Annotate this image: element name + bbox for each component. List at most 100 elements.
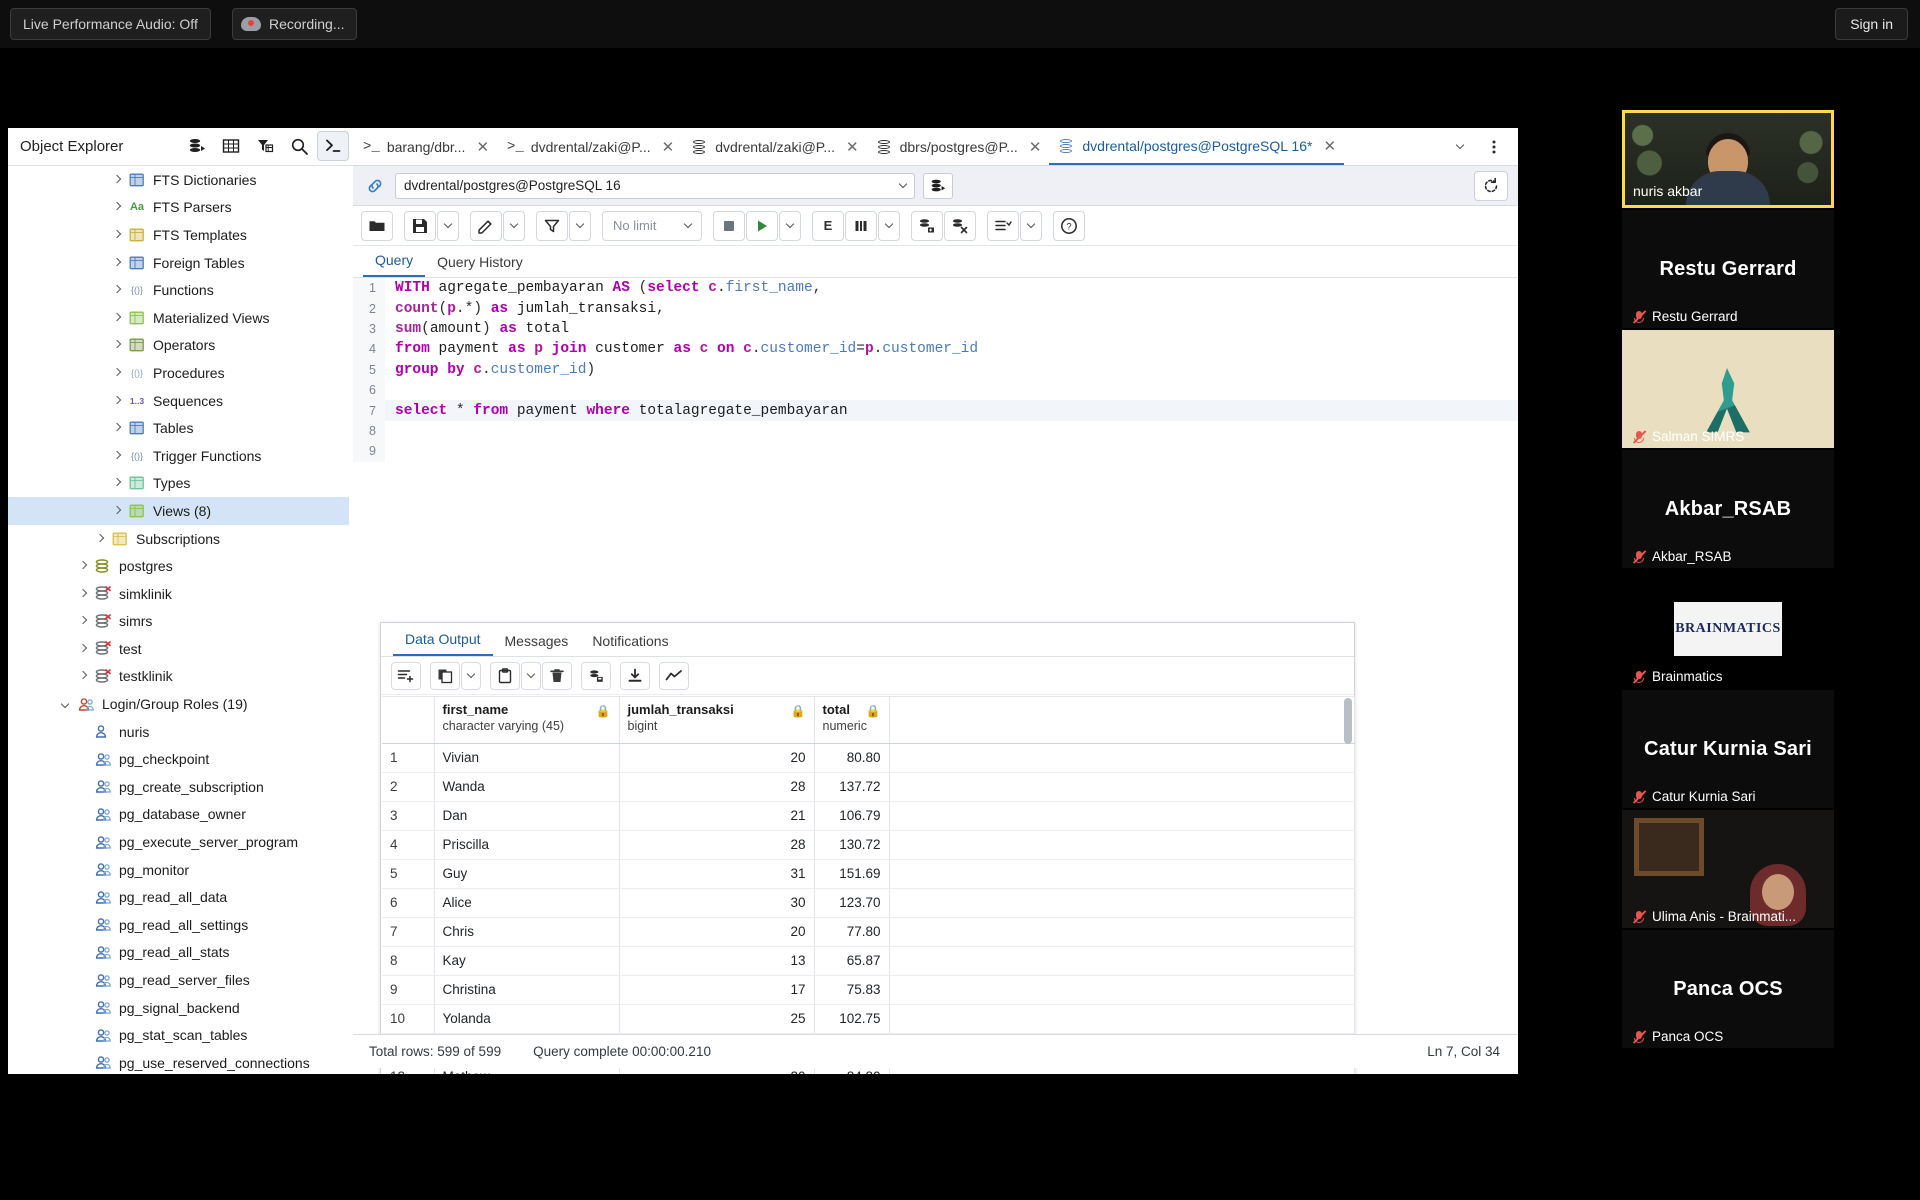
tree-item[interactable]: pg_read_all_data (8, 883, 349, 911)
stop-button[interactable] (713, 211, 745, 241)
result-cell-first_name[interactable]: Christina (434, 975, 619, 1004)
help-button[interactable]: ? (1053, 211, 1085, 241)
result-cell-jumlah_transaksi[interactable]: 13 (619, 946, 814, 975)
close-icon[interactable]: ✕ (846, 138, 859, 156)
output-tab[interactable]: Notifications (580, 633, 680, 656)
result-cell-jumlah_transaksi[interactable]: 28 (619, 772, 814, 801)
table-row[interactable]: 1Vivian2080.80 (382, 743, 1355, 772)
chevron-right-icon[interactable] (76, 559, 90, 573)
editor-line[interactable]: 5group by c.customer_id) (353, 360, 1518, 380)
edit-dropdown[interactable] (503, 211, 525, 241)
tree-item[interactable]: testklinik (8, 663, 349, 691)
result-cell-jumlah_transaksi[interactable]: 17 (619, 975, 814, 1004)
tree-item[interactable]: pg_execute_server_program (8, 828, 349, 856)
result-cell-total[interactable]: 137.72 (814, 772, 889, 801)
chevron-right-icon[interactable] (76, 614, 90, 628)
execute-button[interactable] (746, 211, 778, 241)
row-limit-select[interactable]: No limit (602, 211, 702, 241)
graph-visualiser-button[interactable] (659, 662, 689, 690)
tree-item[interactable]: simklinik (8, 580, 349, 608)
query-panel-tab[interactable]: Query History (425, 254, 535, 277)
result-cell-jumlah_transaksi[interactable]: 31 (619, 859, 814, 888)
editor-tab[interactable]: dvdrental/zaki@P...✕ (682, 128, 866, 165)
execute-dropdown[interactable] (779, 211, 801, 241)
result-column-header[interactable]: 🔒first_namecharacter varying (45) (434, 697, 619, 743)
tree-item[interactable]: pg_stat_scan_tables (8, 1021, 349, 1049)
connection-select[interactable]: dvdrental/postgres@PostgreSQL 16 (395, 173, 915, 199)
recording-indicator[interactable]: Recording... (232, 8, 357, 40)
tab-list-dropdown-icon[interactable] (1444, 132, 1476, 162)
participant-tile[interactable]: Panca OCSPanca OCS (1622, 930, 1834, 1048)
connection-manager-icon[interactable] (923, 173, 953, 199)
chevron-right-icon[interactable] (110, 449, 124, 463)
chevron-right-icon[interactable] (110, 283, 124, 297)
close-icon[interactable]: ✕ (1029, 138, 1042, 156)
result-cell-jumlah_transaksi[interactable]: 20 (619, 743, 814, 772)
table-row[interactable]: 3Dan21106.79 (382, 801, 1355, 830)
tree-item[interactable]: FTS Dictionaries (8, 166, 349, 194)
result-cell-first_name[interactable]: Kay (434, 946, 619, 975)
tree-item[interactable]: test (8, 635, 349, 663)
chevron-right-icon[interactable] (110, 421, 124, 435)
chevron-right-icon[interactable] (110, 366, 124, 380)
tree-item[interactable]: Subscriptions (8, 525, 349, 553)
result-cell-total[interactable]: 123.70 (814, 888, 889, 917)
chevron-right-icon[interactable] (110, 311, 124, 325)
filter-dropdown[interactable] (569, 211, 591, 241)
tree-item[interactable]: Operators (8, 332, 349, 360)
result-cell-total[interactable]: 75.83 (814, 975, 889, 1004)
tree-item[interactable]: pg_read_all_settings (8, 911, 349, 939)
result-cell-first_name[interactable]: Priscilla (434, 830, 619, 859)
list-button[interactable] (987, 211, 1019, 241)
object-explorer-terminal-icon[interactable] (317, 131, 349, 161)
chevron-right-icon[interactable] (76, 669, 90, 683)
chevron-right-icon[interactable] (110, 338, 124, 352)
editor-line[interactable]: 2count(p.*) as jumlah_transaksi, (353, 298, 1518, 318)
paste-button[interactable] (490, 662, 520, 690)
participant-tile[interactable]: Catur Kurnia SariCatur Kurnia Sari (1622, 690, 1834, 808)
open-file-button[interactable] (361, 211, 393, 241)
tree-item[interactable]: pg_checkpoint (8, 745, 349, 773)
tree-item[interactable]: pg_read_all_stats (8, 939, 349, 967)
result-cell-jumlah_transaksi[interactable]: 21 (619, 801, 814, 830)
save-file-dropdown[interactable] (437, 211, 459, 241)
explain-analyze-button[interactable] (845, 211, 877, 241)
participant-tile[interactable]: Akbar_RSABAkbar_RSAB (1622, 450, 1834, 568)
output-tab[interactable]: Data Output (393, 631, 493, 656)
tree-item[interactable]: Materialized Views (8, 304, 349, 332)
table-row[interactable]: 5Guy31151.69 (382, 859, 1355, 888)
participant-tile[interactable]: BRAINMATICSBrainmatics (1622, 570, 1834, 688)
sign-in-button[interactable]: Sign in (1835, 8, 1908, 40)
chevron-right-icon[interactable] (110, 256, 124, 270)
editor-line[interactable]: 7select * from payment where totalagrega… (353, 400, 1518, 420)
editor-line[interactable]: 9 (353, 441, 1518, 461)
tree-item[interactable]: {()}Functions (8, 276, 349, 304)
save-file-button[interactable] (404, 211, 436, 241)
chevron-right-icon[interactable] (110, 476, 124, 490)
editor-tab[interactable]: >_barang/dbr...✕ (353, 128, 497, 165)
editor-line[interactable]: 3sum(amount) as total (353, 319, 1518, 339)
tree-item[interactable]: pg_read_server_files (8, 966, 349, 994)
sql-editor[interactable]: 1WITH agregate_pembayaran AS (select c.f… (353, 278, 1518, 614)
tab-overflow-menu-icon[interactable] (1478, 132, 1510, 162)
editor-line[interactable]: 8 (353, 421, 1518, 441)
chevron-right-icon[interactable] (110, 394, 124, 408)
result-cell-jumlah_transaksi[interactable]: 20 (619, 917, 814, 946)
object-explorer-grid-icon[interactable] (215, 131, 247, 161)
editor-line[interactable]: 1WITH agregate_pembayaran AS (select c.f… (353, 278, 1518, 298)
add-row-button[interactable] (391, 662, 421, 690)
result-cell-first_name[interactable]: Guy (434, 859, 619, 888)
tree-item[interactable]: Login/Group Roles (19) (8, 690, 349, 718)
participant-tile[interactable]: Salman SIMRS (1622, 330, 1834, 448)
explain-button[interactable]: E (812, 211, 844, 241)
participant-tile[interactable]: Restu GerrardRestu Gerrard (1622, 210, 1834, 328)
result-grid-scrollbar[interactable] (1344, 698, 1352, 1074)
result-cell-total[interactable]: 151.69 (814, 859, 889, 888)
copy-dropdown[interactable] (461, 662, 481, 690)
result-cell-first_name[interactable]: Alice (434, 888, 619, 917)
query-panel-tab[interactable]: Query (363, 252, 425, 277)
tree-item[interactable]: pg_signal_backend (8, 994, 349, 1022)
chevron-right-icon[interactable] (110, 228, 124, 242)
object-explorer-filter-icon[interactable] (249, 131, 281, 161)
participant-tile[interactable]: Ulima Anis - Brainmati... (1622, 810, 1834, 928)
